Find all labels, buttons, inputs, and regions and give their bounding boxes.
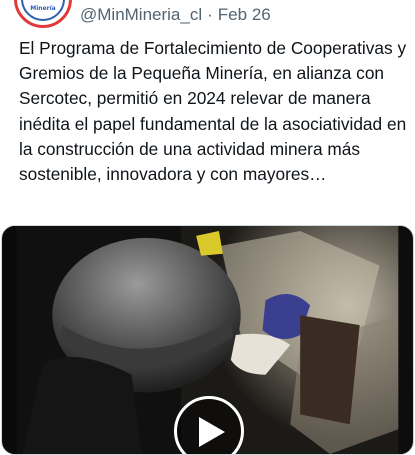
tweet-text: El Programa de Fortalecimiento de Cooper… [19,38,407,185]
tweet-meta: @MinMineria_cl · Feb 26 [80,5,271,25]
play-icon [199,417,225,447]
video-thumbnail[interactable] [1,225,414,455]
avatar-logo-text: Minería [30,5,56,12]
author-handle[interactable]: @MinMineria_cl [80,5,202,24]
avatar[interactable]: Minería [14,0,72,28]
meta-separator: · [207,5,213,24]
tweet-date[interactable]: Feb 26 [218,5,271,24]
tweet-header: Minería @MinMineria_cl · Feb 26 [0,0,415,36]
